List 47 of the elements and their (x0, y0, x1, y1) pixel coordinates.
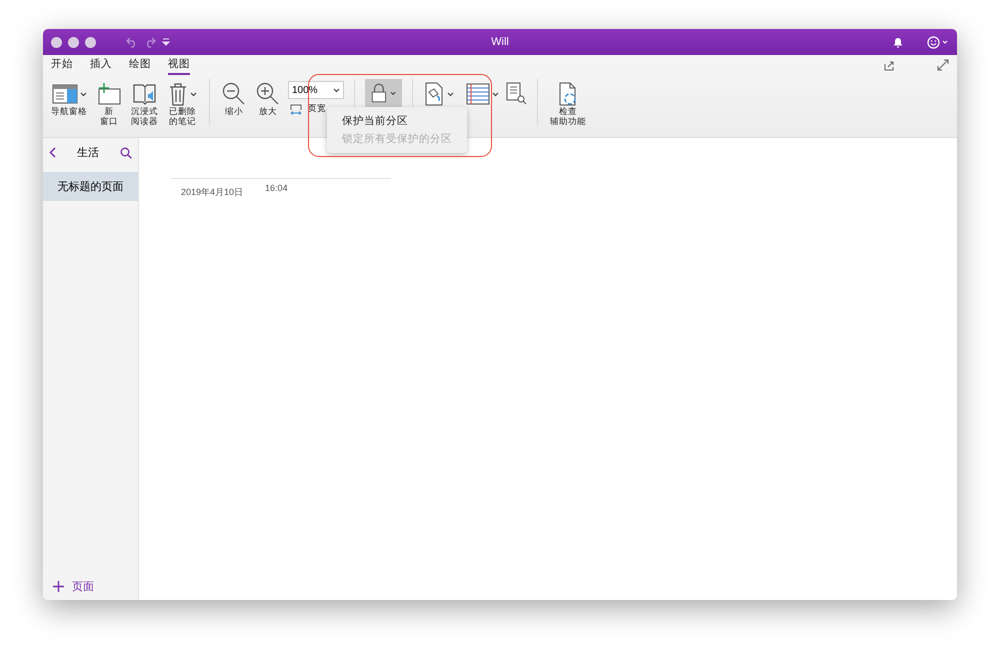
add-page-button[interactable]: 页面 (43, 573, 138, 600)
ribbon-tab[interactable]: 开始 (51, 55, 73, 75)
trash-icon (168, 82, 188, 106)
document-search-icon[interactable] (505, 82, 527, 106)
ribbon-button[interactable]: 放大 (254, 79, 282, 119)
caret-icon (447, 92, 454, 96)
page-time: 16:04 (265, 183, 288, 195)
new-window-icon (97, 82, 121, 106)
minimize-button[interactable] (68, 36, 79, 48)
caret-icon (333, 88, 340, 92)
undo-icon[interactable] (126, 36, 138, 48)
zoom-button[interactable] (85, 36, 96, 48)
ribbon-button[interactable]: 检查 辅助功能 (548, 79, 588, 129)
share-icon[interactable] (884, 60, 895, 70)
ribbon-tab[interactable]: 插入 (90, 55, 112, 75)
pane-icon (52, 84, 78, 104)
page-width-icon (290, 104, 302, 114)
reader-icon (132, 82, 158, 106)
close-button[interactable] (51, 36, 62, 48)
lock-button[interactable] (365, 79, 402, 107)
ribbon-button[interactable]: 已删除 的笔记 (166, 79, 199, 129)
caret-icon (492, 92, 499, 96)
zoom-out-icon (222, 82, 246, 106)
menu-item[interactable]: 保护当前分区 (327, 112, 467, 130)
expand-icon[interactable] (937, 59, 949, 71)
ribbon-tab[interactable]: 绘图 (129, 55, 151, 75)
plus-icon (53, 581, 64, 592)
redo-icon[interactable] (144, 36, 156, 48)
page-date: 2019年4月10日 (181, 186, 244, 199)
ribbon-button[interactable]: 缩小 (220, 79, 248, 119)
lock-icon (371, 82, 387, 104)
smiley-icon[interactable] (927, 36, 949, 48)
back-icon[interactable] (49, 147, 56, 158)
search-icon[interactable] (120, 146, 132, 158)
notebook-name: 生活 (77, 146, 99, 160)
ribbon-button[interactable]: 导航窗格 (49, 79, 89, 119)
ribbon-button[interactable]: 新 窗口 (95, 79, 123, 129)
ruled-lines-icon[interactable] (466, 83, 490, 105)
bell-icon[interactable] (893, 36, 903, 48)
caret-icon (390, 90, 396, 96)
customize-icon[interactable] (162, 38, 170, 46)
page-list-item[interactable]: 无标题的页面 (43, 172, 138, 201)
ribbon-button[interactable]: 沉浸式 阅读器 (129, 79, 160, 129)
zoom-in-icon (256, 82, 280, 106)
window-title: Will (491, 36, 509, 48)
page-width-button[interactable]: 页宽 (288, 103, 344, 115)
page-color-icon[interactable] (423, 82, 445, 106)
